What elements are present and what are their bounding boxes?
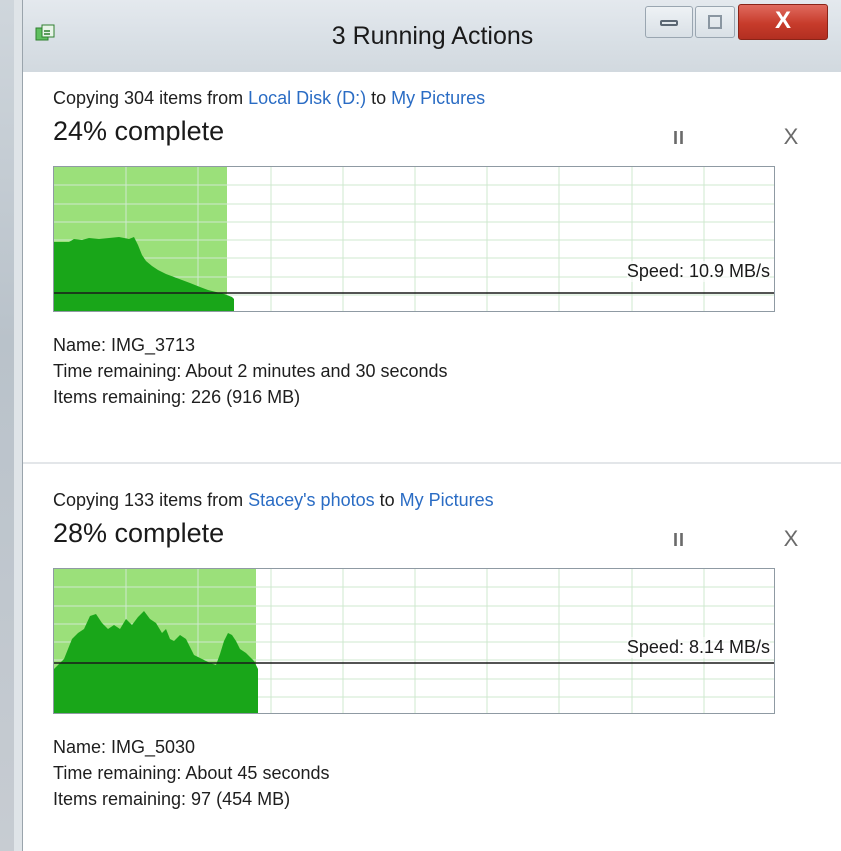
percent-complete: 28% complete	[53, 518, 225, 548]
title-bar[interactable]: 3 Running Actions X	[23, 0, 841, 72]
items-remaining: Items remaining: 226 (916 MB)	[53, 387, 301, 407]
time-remaining: Time remaining: About 45 seconds	[53, 763, 330, 783]
maximize-icon	[708, 15, 722, 29]
percent-complete: 24% complete	[53, 116, 225, 146]
items-remaining: Items remaining: 97 (454 MB)	[53, 789, 291, 809]
speed-label: Speed: 10.9 MB/s	[626, 261, 770, 282]
action-prefix: Copying 304 items from	[53, 88, 249, 108]
copy-action-2: Copying 133 items from Stacey's photos t…	[53, 490, 813, 812]
action-description: Copying 304 items from Local Disk (D:) t…	[53, 88, 813, 114]
copy-action-1: Copying 304 items from Local Disk (D:) t…	[53, 88, 813, 410]
background-desktop	[0, 0, 22, 851]
destination-link[interactable]: My Pictures	[400, 490, 494, 510]
time-remaining: Time remaining: About 2 minutes and 30 s…	[53, 361, 448, 381]
action-prefix: Copying 133 items from	[53, 490, 249, 510]
destination-link[interactable]: My Pictures	[391, 88, 485, 108]
source-link[interactable]: Stacey's photos	[248, 490, 375, 510]
action-details: Name: IMG_3713 Time remaining: About 2 m…	[53, 332, 813, 410]
section-divider	[23, 462, 841, 464]
file-name: Name: IMG_5030	[53, 737, 196, 757]
minimize-icon	[660, 20, 678, 26]
source-link[interactable]: Local Disk (D:)	[248, 88, 366, 108]
action-to: to	[374, 490, 400, 510]
maximize-button[interactable]	[695, 6, 735, 38]
pause-button[interactable]: II	[667, 530, 691, 550]
speed-graph-canvas	[54, 167, 774, 311]
close-button[interactable]: X	[738, 4, 828, 40]
progress-header: 24% complete II X	[53, 114, 813, 160]
action-details: Name: IMG_5030 Time remaining: About 45 …	[53, 734, 813, 812]
minimize-button[interactable]	[645, 6, 693, 38]
cancel-button[interactable]: X	[779, 124, 803, 149]
cancel-button[interactable]: X	[779, 526, 803, 551]
speed-label: Speed: 8.14 MB/s	[626, 637, 770, 658]
pause-button[interactable]: II	[667, 128, 691, 148]
action-description: Copying 133 items from Stacey's photos t…	[53, 490, 813, 516]
speed-graph: Speed: 10.9 MB/s	[53, 166, 775, 312]
action-to: to	[366, 88, 392, 108]
file-name: Name: IMG_3713	[53, 335, 196, 355]
progress-header: 28% complete II X	[53, 516, 813, 562]
running-actions-window: 3 Running Actions X Copying 304 items fr…	[22, 0, 841, 851]
speed-graph: Speed: 8.14 MB/s	[53, 568, 775, 714]
